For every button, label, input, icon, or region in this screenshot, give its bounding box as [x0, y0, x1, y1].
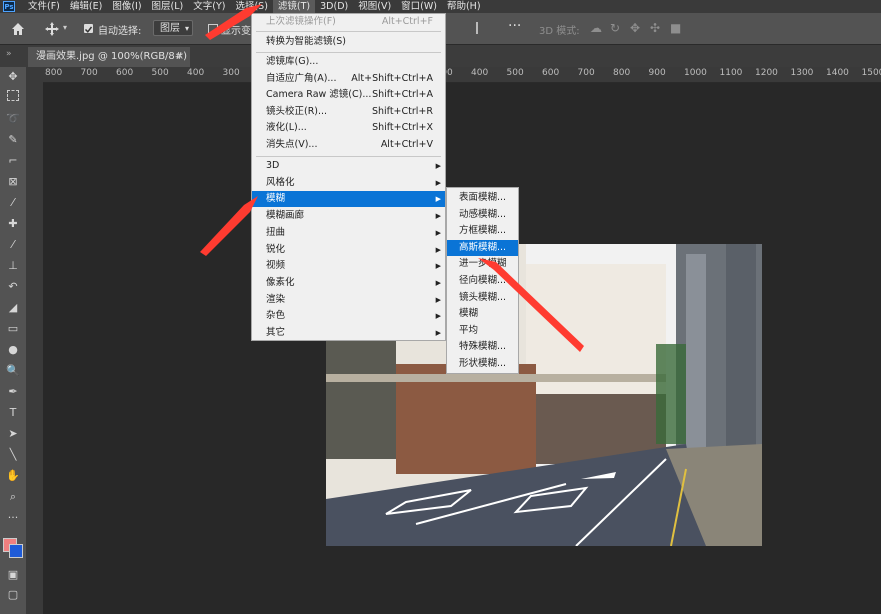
arrow-to-gaussian-blur — [478, 258, 584, 352]
annotation-arrows — [200, 4, 584, 352]
arrow-to-blur-item — [200, 196, 258, 256]
arrow-to-filter-menu — [205, 4, 262, 40]
